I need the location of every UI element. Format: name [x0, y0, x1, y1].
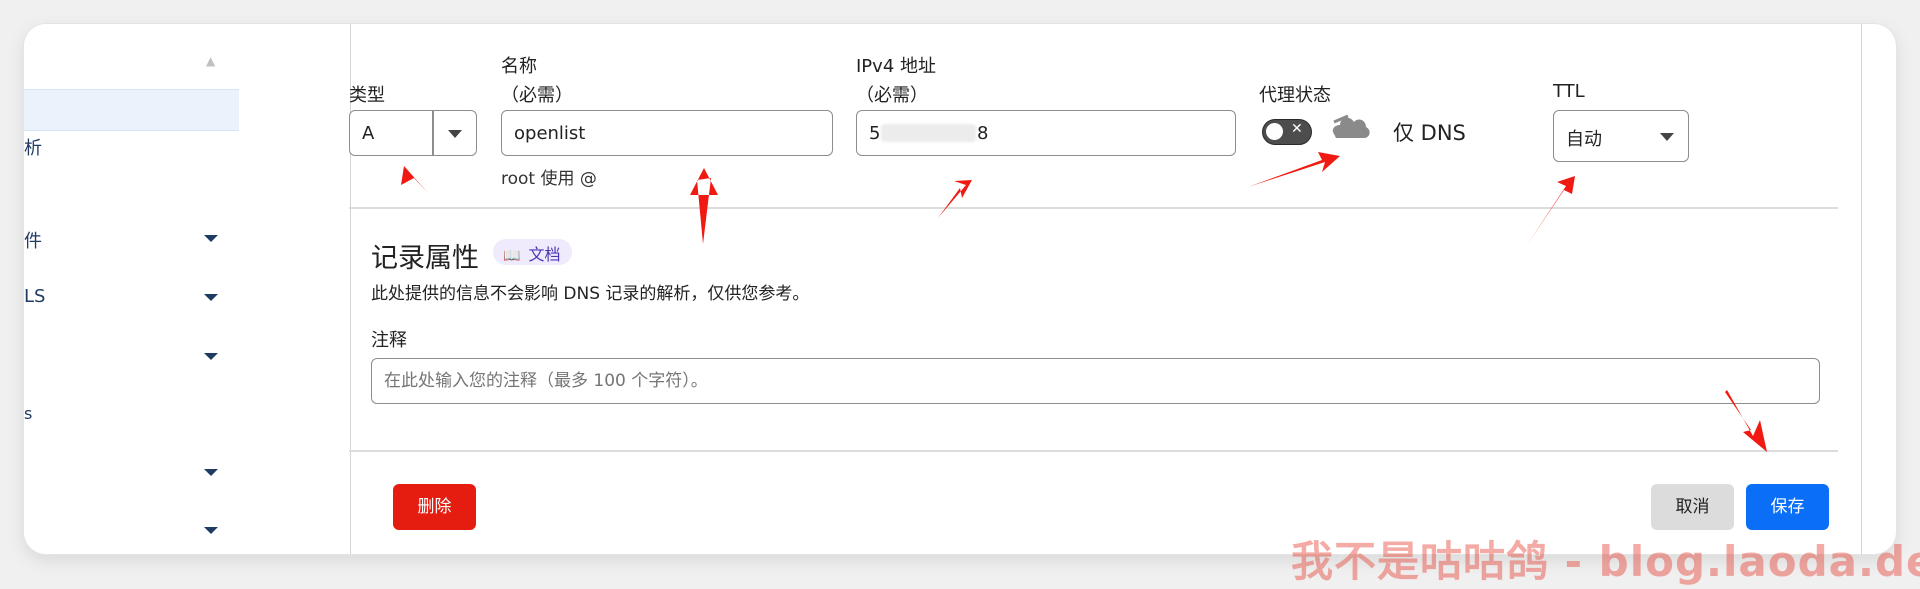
watermark: 我不是咕咕鸽 - blog.laoda.de — [1291, 537, 1920, 586]
annotation-arrows — [401, 152, 1767, 452]
